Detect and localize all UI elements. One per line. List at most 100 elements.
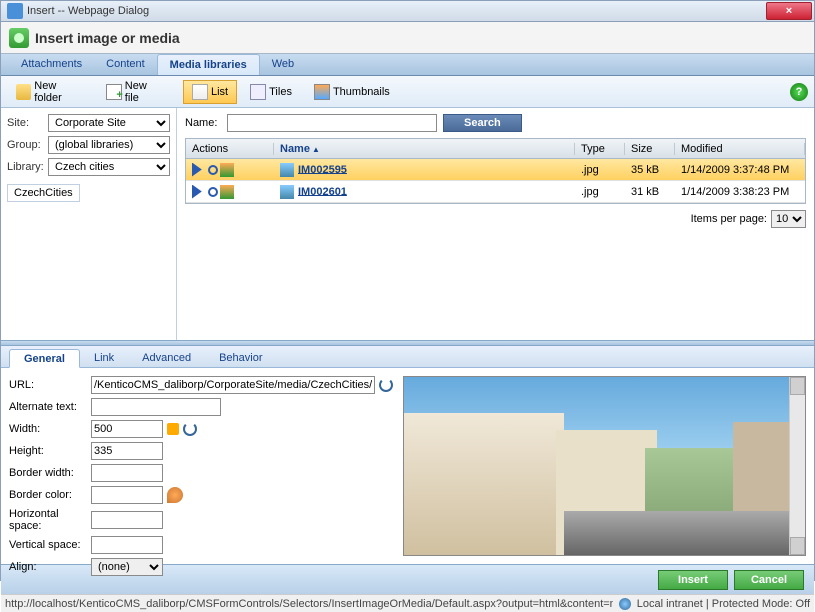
pager: Items per page: 10: [185, 204, 806, 234]
search-input[interactable]: [227, 114, 437, 132]
col-name[interactable]: Name▲: [274, 143, 575, 155]
width-input[interactable]: [91, 420, 163, 438]
left-pane: Site: Corporate Site Group: (global libr…: [1, 108, 177, 340]
col-type[interactable]: Type: [575, 143, 625, 155]
group-select[interactable]: (global libraries): [48, 136, 170, 154]
preview-scrollbar[interactable]: [789, 377, 805, 555]
new-folder-label: New folder: [34, 80, 84, 104]
cell-type: .jpg: [575, 164, 625, 176]
cell-size: 31 kB: [625, 186, 675, 198]
col-actions[interactable]: Actions: [186, 143, 274, 155]
favicon: [7, 3, 23, 19]
search-button[interactable]: Search: [443, 114, 522, 132]
edit-icon[interactable]: [220, 163, 234, 177]
file-link[interactable]: IM002601: [298, 185, 347, 197]
globe-icon: [619, 598, 631, 610]
status-url: http://localhost/KenticoCMS_daliborp/CMS…: [5, 598, 613, 610]
height-label: Height:: [9, 445, 87, 457]
close-button[interactable]: ×: [766, 2, 812, 20]
grid-header: Actions Name▲ Type Size Modified: [186, 139, 805, 159]
tab-advanced[interactable]: Advanced: [128, 349, 205, 367]
property-tabs: General Link Advanced Behavior: [1, 346, 814, 368]
new-file-label: New file: [125, 80, 162, 104]
right-pane: Name: Search Actions Name▲ Type Size Mod…: [177, 108, 814, 340]
hspace-input[interactable]: [91, 511, 163, 529]
tab-behavior[interactable]: Behavior: [205, 349, 276, 367]
tab-general[interactable]: General: [9, 349, 80, 368]
cancel-button[interactable]: Cancel: [734, 570, 804, 590]
edit-icon[interactable]: [220, 185, 234, 199]
site-select[interactable]: Corporate Site: [48, 114, 170, 132]
url-input[interactable]: [91, 376, 375, 394]
border-width-input[interactable]: [91, 464, 163, 482]
border-color-input[interactable]: [91, 486, 163, 504]
url-label: URL:: [9, 379, 87, 391]
border-width-label: Border width:: [9, 467, 87, 479]
tab-media-libraries[interactable]: Media libraries: [157, 54, 260, 75]
main-area: Site: Corporate Site Group: (global libr…: [1, 108, 814, 340]
file-link[interactable]: IM002595: [298, 163, 347, 175]
pager-select[interactable]: 10: [771, 210, 806, 228]
library-select[interactable]: Czech cities: [48, 158, 170, 176]
color-picker-icon[interactable]: [167, 487, 183, 503]
status-zone: Local intranet | Protected Mode: Off: [637, 598, 810, 610]
view-list-button[interactable]: List: [183, 80, 237, 104]
help-button[interactable]: ?: [790, 83, 808, 101]
titlebar: Insert -- Webpage Dialog ×: [0, 0, 815, 22]
image-preview: [403, 376, 806, 556]
new-file-button[interactable]: New file: [97, 76, 171, 108]
tab-attachments[interactable]: Attachments: [9, 54, 94, 75]
search-row: Name: Search: [185, 114, 806, 132]
cell-modified: 1/14/2009 3:38:23 PM: [675, 186, 805, 198]
insert-button[interactable]: Insert: [658, 570, 728, 590]
lock-icon[interactable]: [167, 423, 179, 435]
cell-size: 35 kB: [625, 164, 675, 176]
site-label: Site:: [7, 117, 45, 129]
tab-web[interactable]: Web: [260, 54, 306, 75]
new-folder-button[interactable]: New folder: [7, 76, 93, 108]
align-select[interactable]: (none): [91, 558, 163, 576]
property-form: URL: Alternate text: Width: Height: Bord…: [9, 376, 393, 556]
dialog-title: Insert image or media: [35, 30, 180, 46]
pager-label: Items per page:: [691, 213, 767, 225]
height-input[interactable]: [91, 442, 163, 460]
view-thumbnails-button[interactable]: Thumbnails: [305, 80, 399, 104]
tree-root-item[interactable]: CzechCities: [7, 184, 80, 202]
vspace-input[interactable]: [91, 536, 163, 554]
border-color-label: Border color:: [9, 489, 87, 501]
select-icon[interactable]: [192, 185, 206, 199]
status-bar: http://localhost/KenticoCMS_daliborp/CMS…: [1, 594, 814, 612]
property-body: URL: Alternate text: Width: Height: Bord…: [1, 368, 814, 564]
refresh-icon[interactable]: [379, 378, 393, 392]
file-icon: [106, 84, 121, 100]
align-label: Align:: [9, 561, 87, 573]
view-tiles-button[interactable]: Tiles: [241, 80, 301, 104]
tab-content[interactable]: Content: [94, 54, 157, 75]
hspace-label: Horizontal space:: [9, 508, 87, 532]
view-icon[interactable]: [208, 165, 218, 175]
col-size[interactable]: Size: [625, 143, 675, 155]
search-name-label: Name:: [185, 117, 221, 129]
folder-tree: CzechCities: [7, 184, 170, 202]
col-modified[interactable]: Modified: [675, 143, 805, 155]
view-tiles-label: Tiles: [269, 86, 292, 98]
cell-modified: 1/14/2009 3:37:48 PM: [675, 164, 805, 176]
dialog-header: Insert image or media: [1, 22, 814, 54]
library-label: Library:: [7, 161, 45, 173]
select-icon[interactable]: [192, 163, 206, 177]
table-row[interactable]: IM002595 .jpg 35 kB 1/14/2009 3:37:48 PM: [186, 159, 805, 181]
cell-type: .jpg: [575, 186, 625, 198]
file-grid: Actions Name▲ Type Size Modified IM00259…: [185, 138, 806, 204]
vspace-label: Vertical space:: [9, 539, 87, 551]
view-icon[interactable]: [208, 187, 218, 197]
image-file-icon: [280, 163, 294, 177]
table-row[interactable]: IM002601 .jpg 31 kB 1/14/2009 3:38:23 PM: [186, 181, 805, 203]
image-file-icon: [280, 185, 294, 199]
list-icon: [192, 84, 208, 100]
reset-size-icon[interactable]: [183, 422, 197, 436]
alt-input[interactable]: [91, 398, 221, 416]
view-list-label: List: [211, 86, 228, 98]
tab-link[interactable]: Link: [80, 349, 128, 367]
alt-label: Alternate text:: [9, 401, 87, 413]
toolbar: New folder New file List Tiles Thumbnail…: [1, 76, 814, 108]
